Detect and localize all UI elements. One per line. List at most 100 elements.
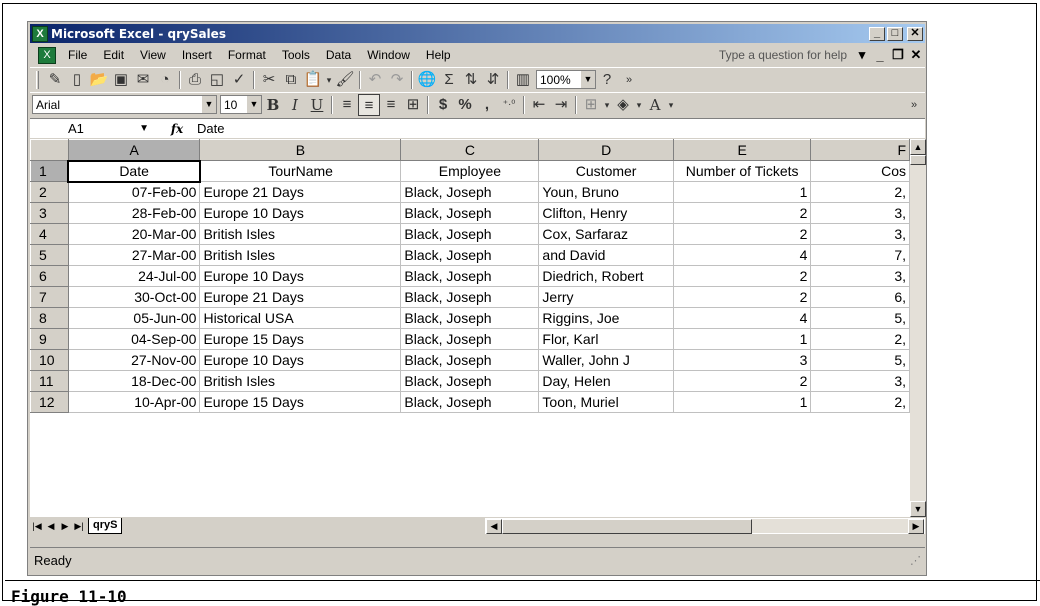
fill-color-icon[interactable]: ◈ <box>612 94 634 116</box>
cell[interactable]: 3, <box>810 265 910 287</box>
cell[interactable]: Number of Tickets <box>672 160 812 182</box>
menu-tools[interactable]: Tools <box>274 48 318 62</box>
merge-center-icon[interactable]: ⊞ <box>402 94 424 116</box>
hyperlink-icon[interactable]: 🌐 <box>416 69 438 91</box>
autosum-icon[interactable]: Σ <box>438 69 460 91</box>
cell[interactable]: Flor, Karl <box>538 328 674 350</box>
font-name-select[interactable]: Arial ▼ <box>32 95 217 114</box>
cut-icon[interactable]: ✂ <box>258 69 280 91</box>
paste-icon[interactable]: 📋 <box>302 69 324 91</box>
cell[interactable]: 27-Nov-00 <box>67 349 201 371</box>
decrease-indent-icon[interactable]: ⇤ <box>528 94 550 116</box>
font-size-select[interactable]: 10 ▼ <box>220 95 262 114</box>
cell[interactable]: Black, Joseph <box>400 223 540 245</box>
open-icon[interactable]: 📂 <box>88 69 110 91</box>
cell[interactable]: 1 <box>672 328 812 350</box>
new-icon[interactable]: ▯ <box>66 69 88 91</box>
cell[interactable]: 27-Mar-00 <box>67 244 201 266</box>
cell[interactable]: 5, <box>810 349 910 371</box>
cell[interactable]: 1 <box>672 391 812 413</box>
cell[interactable]: Youn, Bruno <box>538 181 674 203</box>
minimize-icon[interactable]: _ <box>869 26 885 41</box>
cell[interactable]: Jerry <box>538 286 674 308</box>
scroll-left-icon[interactable]: ◀ <box>486 519 502 534</box>
cell[interactable]: 4 <box>672 307 812 329</box>
print-icon[interactable]: ⎙ <box>184 69 206 91</box>
cell[interactable]: 2 <box>672 370 812 392</box>
scroll-thumb[interactable] <box>502 519 752 534</box>
doc-restore-icon[interactable]: ❐ <box>889 47 907 63</box>
cell[interactable]: Black, Joseph <box>400 202 540 224</box>
row-header[interactable]: 11 <box>30 370 69 392</box>
row-header[interactable]: 6 <box>30 265 69 287</box>
menu-view[interactable]: View <box>132 48 174 62</box>
excel-app-icon[interactable]: X <box>32 25 48 42</box>
cell[interactable]: 1 <box>672 181 812 203</box>
cell[interactable]: 2 <box>672 265 812 287</box>
next-sheet-icon[interactable]: ▶ <box>58 521 72 532</box>
align-right-icon[interactable]: ≡ <box>380 94 402 116</box>
cell[interactable]: 2, <box>810 328 910 350</box>
mail-icon[interactable]: ✉ <box>132 69 154 91</box>
cell[interactable]: Customer <box>538 160 674 182</box>
underline-button[interactable]: U <box>306 94 328 116</box>
menu-help[interactable]: Help <box>418 48 459 62</box>
cell[interactable]: 20-Mar-00 <box>67 223 201 245</box>
currency-button[interactable]: $ <box>432 94 454 116</box>
column-header-c[interactable]: C <box>400 139 540 161</box>
row-header[interactable]: 12 <box>30 391 69 413</box>
row-header[interactable]: 4 <box>30 223 69 245</box>
cell[interactable]: Waller, John J <box>538 349 674 371</box>
insert-function-icon[interactable]: fx <box>157 122 197 136</box>
cell[interactable]: 28-Feb-00 <box>67 202 201 224</box>
cell[interactable]: Black, Joseph <box>400 181 540 203</box>
name-box[interactable]: A1 ▼ <box>30 119 157 138</box>
formula-content[interactable]: Date <box>197 121 224 136</box>
toolbar-options-icon[interactable]: » <box>903 94 925 116</box>
cell[interactable]: Day, Helen <box>538 370 674 392</box>
cell[interactable]: Black, Joseph <box>400 265 540 287</box>
cell[interactable]: Europe 21 Days <box>199 286 402 308</box>
undo-icon[interactable]: ↶ <box>364 69 386 91</box>
select-all-corner[interactable] <box>30 139 69 161</box>
cell[interactable]: 2, <box>810 391 910 413</box>
font-color-icon[interactable]: A <box>644 94 666 116</box>
cell[interactable]: 24-Jul-00 <box>67 265 201 287</box>
cell[interactable]: 7, <box>810 244 910 266</box>
toolbar-options-icon[interactable]: » <box>618 69 640 91</box>
cell[interactable]: 3, <box>810 223 910 245</box>
cell[interactable]: Black, Joseph <box>400 370 540 392</box>
column-header-b[interactable]: B <box>199 139 402 161</box>
column-header-a[interactable]: A <box>67 139 201 161</box>
copy-icon[interactable]: ⧉ <box>280 69 302 91</box>
help-question-box[interactable]: Type a question for help <box>713 48 853 62</box>
cell[interactable]: 30-Oct-00 <box>67 286 201 308</box>
cell[interactable]: British Isles <box>199 244 402 266</box>
italic-button[interactable]: I <box>284 94 306 116</box>
maximize-icon[interactable]: □ <box>887 26 903 41</box>
cell[interactable]: and David <box>538 244 674 266</box>
cell[interactable]: Black, Joseph <box>400 391 540 413</box>
sort-ascending-icon[interactable]: ⇅ <box>460 69 482 91</box>
column-header-e[interactable]: E <box>672 139 812 161</box>
chevron-down-icon[interactable]: ▼ <box>581 71 595 88</box>
cell[interactable]: 04-Sep-00 <box>67 328 201 350</box>
scroll-right-icon[interactable]: ▶ <box>908 519 924 534</box>
row-header[interactable]: 8 <box>30 307 69 329</box>
scroll-down-icon[interactable]: ▼ <box>910 501 926 517</box>
scroll-thumb[interactable] <box>910 155 926 165</box>
doc-close-icon[interactable]: ✕ <box>907 47 925 63</box>
cell[interactable]: Diedrich, Robert <box>538 265 674 287</box>
cell[interactable]: Black, Joseph <box>400 307 540 329</box>
align-center-icon[interactable]: ≡ <box>358 93 380 116</box>
first-sheet-icon[interactable]: |◀ <box>30 521 44 532</box>
cell[interactable]: Europe 10 Days <box>199 265 402 287</box>
cell[interactable]: Cos <box>810 160 910 182</box>
cell[interactable]: 05-Jun-00 <box>67 307 201 329</box>
row-header[interactable]: 3 <box>30 202 69 224</box>
comma-button[interactable]: , <box>476 94 498 116</box>
cell[interactable]: Clifton, Henry <box>538 202 674 224</box>
cell[interactable]: 2 <box>672 223 812 245</box>
cell[interactable]: Riggins, Joe <box>538 307 674 329</box>
worksheet-grid[interactable]: A B C D E F 1 Date TourName Employee Cus <box>30 139 910 517</box>
